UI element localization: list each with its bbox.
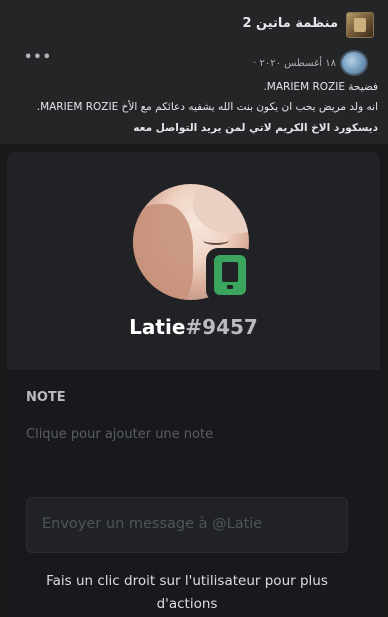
mobile-online-icon [214,255,246,295]
context-hint: Fais un clic droit sur l'utilisateur pou… [46,573,328,612]
post-text-line: انه ولد مريض يحب ان يكون بنت الله يشفيه … [36,101,378,113]
poster-avatar[interactable] [340,50,368,76]
group-cover-image-icon [354,18,366,32]
profile-banner: Latie#9457 [7,152,380,370]
message-placeholder: Envoyer un message à @Latie [42,516,263,532]
group-cover-thumbnail[interactable] [346,12,374,38]
post: ١٨ أغسطس ٢٠٢٠ · ••• فضيحة MARIEM ROZIE. … [0,46,388,144]
username-discriminator: #9457 [185,315,258,339]
post-date[interactable]: ١٨ أغسطس ٢٠٢٠ · [253,58,336,69]
discord-profile-card: Latie#9457 NOTE Clique pour ajouter une … [7,152,380,617]
more-options-icon[interactable]: ••• [24,50,52,65]
note-input[interactable]: Clique pour ajouter une note [26,427,213,442]
post-text-line: فضيحة MARIEM ROZIE. [263,81,378,93]
group-header: منظمة ماتين 2 [0,0,388,46]
username-name: Latie [129,315,186,339]
username[interactable]: Latie#9457 [7,315,380,339]
message-input[interactable]: Envoyer un message à @Latie [26,497,348,553]
group-name[interactable]: منظمة ماتين 2 [242,16,338,31]
post-text-line: ديسكورد الاخ الكريم لاتي لمن يريد التواص… [133,122,378,134]
profile-body: NOTE Clique pour ajouter une note Envoye… [7,370,380,617]
note-heading: NOTE [26,390,66,405]
